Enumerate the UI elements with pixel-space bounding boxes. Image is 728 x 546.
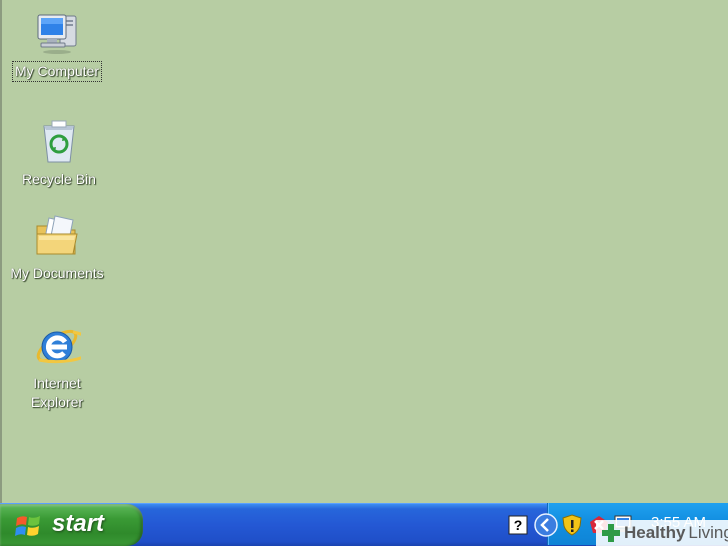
chevron-left-icon bbox=[534, 513, 558, 537]
windows-logo-icon bbox=[15, 516, 40, 536]
desktop-icon-label: Internet Explorer bbox=[30, 375, 84, 410]
watermark: Healthy Living bbox=[596, 520, 728, 546]
security-shield-icon[interactable] bbox=[561, 514, 583, 536]
desktop-icon-internet-explorer[interactable]: Internet Explorer bbox=[2, 322, 112, 412]
start-label: start bbox=[52, 510, 105, 537]
watermark-brand-regular: Living bbox=[688, 523, 728, 542]
desktop-icon-label: My Documents bbox=[10, 265, 104, 281]
watermark-brand-bold: Healthy bbox=[624, 523, 686, 542]
recycle-bin-icon bbox=[35, 118, 83, 166]
svg-text:?: ? bbox=[514, 517, 523, 533]
help-icon[interactable]: ? bbox=[508, 515, 528, 535]
start-button[interactable]: start bbox=[0, 504, 143, 546]
show-hidden-icons-button[interactable] bbox=[534, 513, 558, 537]
medical-cross-icon bbox=[602, 524, 620, 542]
computer-icon bbox=[33, 10, 81, 58]
desktop-icon-my-computer[interactable]: My Computer bbox=[2, 10, 112, 82]
desktop-icon-label: Recycle Bin bbox=[22, 171, 96, 187]
desktop-icon-recycle-bin[interactable]: Recycle Bin bbox=[4, 118, 114, 189]
internet-explorer-icon bbox=[33, 322, 96, 370]
desktop-icon-label: My Computer bbox=[11, 61, 103, 82]
documents-folder-icon bbox=[33, 212, 81, 260]
desktop-icon-my-documents[interactable]: My Documents bbox=[2, 212, 112, 283]
